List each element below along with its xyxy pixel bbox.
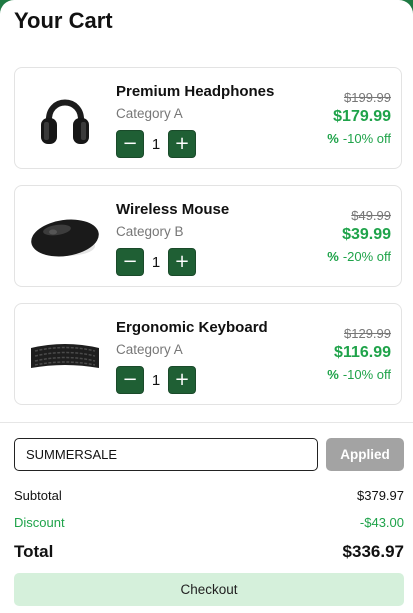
discounted-price: $116.99 [334,344,391,361]
mouse-image [31,219,99,257]
discount-info: % -10% off [327,131,391,146]
discount-text: -10% off [342,367,391,382]
percent-icon: % [327,131,339,146]
original-price: $49.99 [351,208,391,223]
total-row: Total $336.97 [14,542,404,562]
headphones-image [41,99,89,144]
discount-label: Discount [14,515,65,530]
item-category: Category A [116,342,183,357]
percent-icon: % [327,249,339,264]
subtotal-label: Subtotal [14,488,62,503]
quantity-stepper: − 1 + [116,366,196,394]
increase-quantity-button[interactable]: + [168,248,196,276]
cart-item-keyboard: Ergonomic Keyboard Category A − 1 + $129… [14,303,402,405]
original-price: $129.99 [344,326,391,341]
original-price: $199.99 [344,90,391,105]
discount-text: -20% off [342,249,391,264]
quantity-stepper: − 1 + [116,130,196,158]
checkout-button[interactable]: Checkout [14,573,404,606]
item-category: Category B [116,224,184,239]
section-divider [0,422,413,423]
item-category: Category A [116,106,183,121]
item-name: Ergonomic Keyboard [116,319,268,336]
page-title: Your Cart [14,8,113,33]
increase-quantity-button[interactable]: + [168,366,196,394]
increase-quantity-button[interactable]: + [168,130,196,158]
quantity-stepper: − 1 + [116,248,196,276]
discount-info: % -10% off [327,367,391,382]
cart-item-mouse: Wireless Mouse Category B − 1 + $49.99 $… [14,185,402,287]
cart-panel: Your Cart Premium Headphones Category A … [0,0,413,613]
item-name: Wireless Mouse [116,201,230,218]
quantity-value: 1 [151,135,161,153]
discount-info: % -20% off [327,249,391,264]
total-label: Total [14,542,54,561]
subtotal-value: $379.97 [357,488,404,503]
quantity-value: 1 [151,253,161,271]
item-name: Premium Headphones [116,83,275,100]
discounted-price: $39.99 [342,226,391,243]
discount-row: Discount -$43.00 [14,515,404,530]
percent-icon: % [327,367,339,382]
decrease-quantity-button[interactable]: − [116,366,144,394]
promo-code-input[interactable] [14,438,318,471]
quantity-value: 1 [151,371,161,389]
discounted-price: $179.99 [333,108,391,125]
keyboard-image [31,344,99,368]
decrease-quantity-button[interactable]: − [116,248,144,276]
cart-item-headphones: Premium Headphones Category A − 1 + $199… [14,67,402,169]
discount-value: -$43.00 [359,515,404,530]
discount-text: -10% off [342,131,391,146]
subtotal-row: Subtotal $379.97 [14,488,404,503]
total-value: $336.97 [342,542,404,561]
decrease-quantity-button[interactable]: − [116,130,144,158]
apply-promo-button[interactable]: Applied [326,438,404,471]
